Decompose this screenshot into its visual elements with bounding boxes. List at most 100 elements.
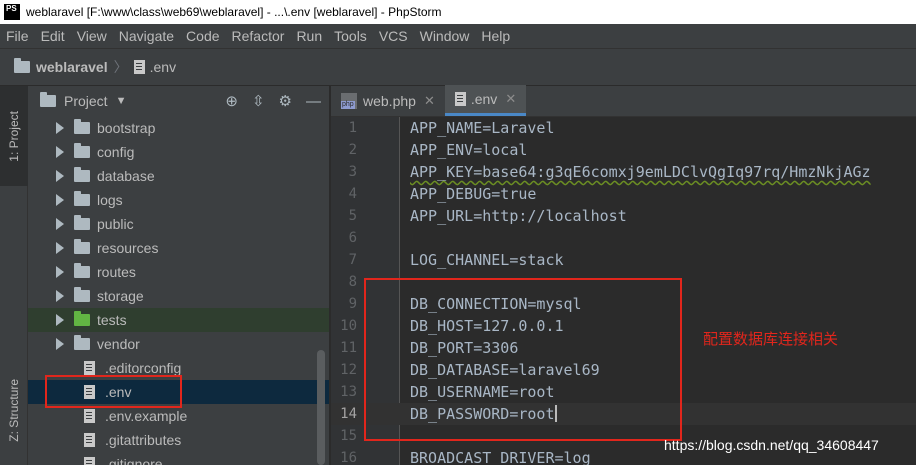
expand-arrow-icon[interactable] <box>56 194 64 206</box>
tab-env[interactable]: .env ✕ <box>444 85 527 116</box>
line-number: 15 <box>340 428 357 444</box>
tree-file[interactable]: .gitignore <box>28 452 329 465</box>
menu-view[interactable]: View <box>71 24 113 48</box>
code-line[interactable]: 5 APP_URL=http://localhost <box>331 205 916 227</box>
tree-folder[interactable]: routes <box>28 260 329 284</box>
expand-arrow-icon[interactable] <box>56 218 64 230</box>
file-icon <box>84 433 95 447</box>
folder-icon <box>74 287 90 302</box>
line-number: 5 <box>348 208 357 224</box>
file-icon <box>84 361 95 375</box>
expand-arrow-icon[interactable] <box>56 242 64 254</box>
line-number: 1 <box>348 120 357 136</box>
tree-folder[interactable]: public <box>28 212 329 236</box>
tree-folder[interactable]: config <box>28 140 329 164</box>
tree-file[interactable]: .gitattributes <box>28 428 329 452</box>
menu-vcs[interactable]: VCS <box>373 24 414 48</box>
code-line[interactable]: 7 LOG_CHANNEL=stack <box>331 249 916 271</box>
collapse-all-icon[interactable]: ⇳ <box>252 92 265 110</box>
code-text: BROADCAST_DRIVER=log <box>410 449 591 465</box>
tree-folder-label: routes <box>97 264 136 280</box>
menu-navigate[interactable]: Navigate <box>113 24 180 48</box>
menu-edit[interactable]: Edit <box>35 24 71 48</box>
project-folder-icon <box>40 92 56 107</box>
tab-web-php[interactable]: web.php ✕ <box>331 85 445 116</box>
expand-arrow-icon[interactable] <box>56 266 64 278</box>
folder-icon <box>74 215 90 230</box>
tree-folder-label: config <box>97 144 135 160</box>
menu-refactor[interactable]: Refactor <box>226 24 291 48</box>
folder-icon <box>74 263 90 278</box>
menu-file[interactable]: File <box>0 24 35 48</box>
folder-icon <box>74 119 90 134</box>
menu-help[interactable]: Help <box>475 24 516 48</box>
tree-file-label: .gitattributes <box>105 432 182 448</box>
structure-tool-tab-label: Z: Structure <box>7 379 21 442</box>
breadcrumb-project[interactable]: weblaravel <box>36 59 108 75</box>
menu-tools[interactable]: Tools <box>328 24 373 48</box>
folder-icon <box>74 191 90 206</box>
expand-arrow-icon[interactable] <box>56 146 64 158</box>
expand-arrow-icon[interactable] <box>56 122 64 134</box>
tree-folder[interactable]: vendor <box>28 332 329 356</box>
expand-arrow-icon[interactable] <box>56 170 64 182</box>
env-highlight-box <box>45 375 182 408</box>
tree-file-label: .editorconfig <box>105 360 182 376</box>
line-number: 9 <box>348 296 357 312</box>
project-panel: Project ▼ ⊕ ⇳ ⚙ — bootstrap config datab… <box>28 86 330 465</box>
structure-tool-tab[interactable]: Z: Structure <box>0 356 28 465</box>
tree-folder[interactable]: storage <box>28 284 329 308</box>
tree-file-label: .gitignore <box>105 456 163 465</box>
tree-folder-label: database <box>97 168 155 184</box>
project-view-selector[interactable]: Project <box>64 93 108 109</box>
locate-icon[interactable]: ⊕ <box>225 92 238 110</box>
annotation-text: 配置数据库连接相关 <box>703 330 839 348</box>
chevron-down-icon[interactable]: ▼ <box>116 95 127 107</box>
tree-folder[interactable]: bootstrap <box>28 116 329 140</box>
tree-folder-label: vendor <box>97 336 140 352</box>
tree-folder[interactable]: tests <box>28 308 329 332</box>
code-text: LOG_CHANNEL=stack <box>410 251 564 269</box>
code-line[interactable]: 3 APP_KEY=base64:g3qE6comxj9emLDClvQgIq97… <box>331 161 916 183</box>
folder-icon <box>74 167 90 182</box>
expand-arrow-icon[interactable] <box>56 290 64 302</box>
menu-run[interactable]: Run <box>290 24 328 48</box>
window-title: weblaravel [F:\www\class\web69\weblarave… <box>26 5 442 19</box>
tree-folder-label: tests <box>97 312 127 328</box>
tree-folder[interactable]: resources <box>28 236 329 260</box>
code-line[interactable]: 1 APP_NAME=Laravel <box>331 117 916 139</box>
tree-file-label: .env.example <box>105 408 188 424</box>
code-text: APP_KEY=base64:g3qE6comxj9emLDClvQgIq97r… <box>410 163 871 181</box>
project-tree: bootstrap config database logs public re… <box>28 116 329 465</box>
expand-arrow-icon[interactable] <box>56 338 64 350</box>
expand-arrow-icon[interactable] <box>56 314 64 326</box>
breadcrumb-file[interactable]: .env <box>150 59 176 75</box>
code-line[interactable]: 6 <box>331 227 916 249</box>
code-text: APP_DEBUG=true <box>410 185 537 203</box>
tree-folder[interactable]: database <box>28 164 329 188</box>
watermark: https://blog.csdn.net/qq_34608447 <box>664 437 879 453</box>
folder-icon <box>14 58 30 73</box>
line-number: 12 <box>340 362 357 378</box>
close-icon[interactable]: ✕ <box>424 93 435 109</box>
file-icon <box>133 60 145 74</box>
line-number: 2 <box>348 142 357 158</box>
php-file-icon <box>341 92 357 109</box>
gear-icon[interactable]: ⚙ <box>279 92 292 110</box>
breadcrumb: weblaravel 〉 .env <box>0 48 916 86</box>
hide-icon[interactable]: — <box>306 93 321 110</box>
code-line[interactable]: 4 APP_DEBUG=true <box>331 183 916 205</box>
phpstorm-logo-icon: PS <box>4 4 20 20</box>
project-tool-tab-label: 1: Project <box>7 110 21 162</box>
code-line[interactable]: 2 APP_ENV=local <box>331 139 916 161</box>
menu-code[interactable]: Code <box>180 24 225 48</box>
code-text: APP_ENV=local <box>410 141 528 159</box>
tree-folder[interactable]: logs <box>28 188 329 212</box>
project-tool-tab[interactable]: 1: Project <box>0 86 28 186</box>
close-icon[interactable]: ✕ <box>505 91 516 107</box>
line-number: 14 <box>340 406 357 422</box>
tree-folder-label: storage <box>97 288 144 304</box>
menu-window[interactable]: Window <box>414 24 476 48</box>
project-scrollbar[interactable] <box>317 350 325 465</box>
folder-icon <box>74 335 90 350</box>
